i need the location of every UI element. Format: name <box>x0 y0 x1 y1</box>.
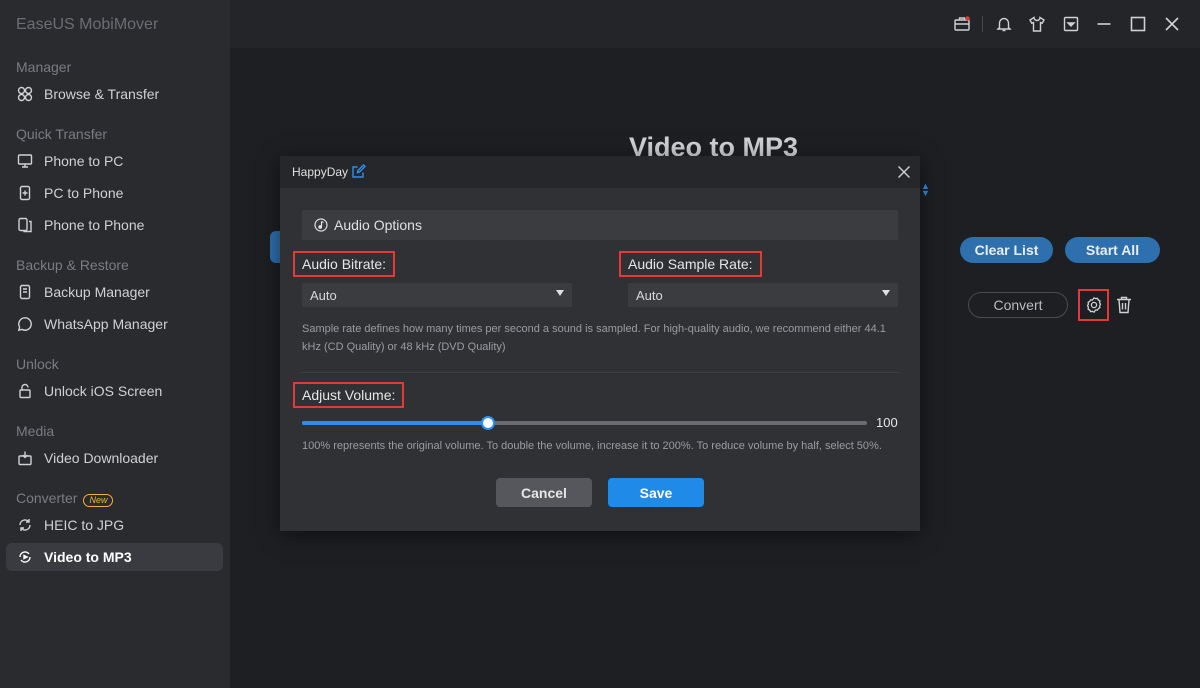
volume-slider[interactable] <box>302 416 867 430</box>
sidebar: EaseUS MobiMover Manager Browse & Transf… <box>0 0 230 688</box>
sidebar-item-heic-to-jpg[interactable]: HEIC to JPG <box>6 511 223 539</box>
audio-options-section-header: Audio Options <box>302 210 898 240</box>
grid-icon <box>16 85 34 103</box>
video-convert-icon <box>16 548 34 566</box>
audio-bitrate-select[interactable]: Auto <box>302 283 572 307</box>
sidebar-item-backup-manager[interactable]: Backup Manager <box>6 278 223 306</box>
maximize-icon[interactable] <box>1128 14 1148 34</box>
edit-icon[interactable] <box>351 164 366 179</box>
whatsapp-icon <box>16 315 34 333</box>
sidebar-item-label: Backup Manager <box>44 284 150 300</box>
sidebar-item-phone-to-phone[interactable]: Phone to Phone <box>6 211 223 239</box>
sidebar-item-phone-to-pc[interactable]: Phone to PC <box>6 147 223 175</box>
divider <box>300 372 900 373</box>
section-label-converter: Converter New <box>16 490 114 507</box>
volume-hint: 100% represents the original volume. To … <box>302 440 882 452</box>
section-label-unlock: Unlock <box>16 356 59 372</box>
sidebar-item-label: WhatsApp Manager <box>44 316 168 332</box>
sample-rate-hint-line2: kHz (CD Quality) or 48 kHz (DVD Quality) <box>302 341 506 353</box>
volume-slider-fill <box>302 421 489 425</box>
audio-bitrate-label: Audio Bitrate: <box>293 251 396 277</box>
sample-rate-hint-line1: Sample rate defines how many times per s… <box>302 323 886 335</box>
sidebar-item-label: Unlock iOS Screen <box>44 383 163 399</box>
convert-icon <box>16 516 34 534</box>
sidebar-item-label: Phone to Phone <box>44 217 145 233</box>
tshirt-icon[interactable] <box>1027 14 1047 34</box>
clear-list-button[interactable]: Clear List <box>960 237 1053 263</box>
sidebar-item-browse-transfer[interactable]: Browse & Transfer <box>6 80 223 108</box>
dialog-title: HappyDay <box>292 165 349 179</box>
toolbar-separator <box>982 16 983 32</box>
monitor-icon <box>16 152 34 170</box>
sort-icon[interactable]: ▲ ▼ <box>921 182 930 198</box>
backup-icon <box>16 283 34 301</box>
section-label-backup-restore: Backup & Restore <box>16 257 129 273</box>
audio-bitrate-value: Auto <box>310 287 337 303</box>
chevron-down-icon <box>556 290 564 296</box>
save-button[interactable]: Save <box>608 478 704 507</box>
section-label-manager: Manager <box>16 59 72 75</box>
sample-rate-hint: Sample rate defines how many times per s… <box>302 320 886 356</box>
sidebar-item-label: Video to MP3 <box>44 549 132 565</box>
adjust-volume-label: Adjust Volume: <box>293 382 405 408</box>
sidebar-item-unlock-ios-screen[interactable]: Unlock iOS Screen <box>6 377 223 405</box>
audio-sample-rate-value: Auto <box>636 287 663 303</box>
sidebar-item-label: HEIC to JPG <box>44 517 125 533</box>
music-note-icon <box>314 218 328 232</box>
audio-options-label: Audio Options <box>334 217 422 233</box>
sidebar-item-whatsapp-manager[interactable]: WhatsApp Manager <box>6 310 223 338</box>
lock-icon <box>16 382 34 400</box>
bell-icon[interactable] <box>994 14 1014 34</box>
download-icon <box>16 449 34 467</box>
toolbox-icon[interactable] <box>952 14 972 34</box>
sidebar-item-label: PC to Phone <box>44 185 124 201</box>
close-dialog-icon[interactable] <box>896 164 912 180</box>
menu-dropdown-icon[interactable] <box>1061 14 1081 34</box>
volume-value: 100 <box>876 415 898 430</box>
phone-plus-icon <box>16 184 34 202</box>
cancel-button[interactable]: Cancel <box>496 478 592 507</box>
chevron-down-icon <box>882 290 890 296</box>
convert-button[interactable]: Convert <box>968 292 1068 318</box>
sidebar-item-video-downloader[interactable]: Video Downloader <box>6 444 223 472</box>
sidebar-item-label: Browse & Transfer <box>44 86 160 102</box>
app-title: EaseUS MobiMover <box>16 16 159 33</box>
section-label-quick-transfer: Quick Transfer <box>16 126 108 142</box>
trash-icon[interactable] <box>1115 295 1133 315</box>
section-label-media: Media <box>16 423 55 439</box>
close-window-icon[interactable] <box>1162 14 1182 34</box>
sidebar-item-label: Phone to PC <box>44 153 124 169</box>
volume-slider-thumb[interactable] <box>481 416 496 430</box>
audio-sample-rate-select[interactable]: Auto <box>628 283 898 307</box>
section-label-text: Converter <box>16 490 78 506</box>
settings-gear-icon[interactable] <box>1078 289 1109 321</box>
audio-sample-rate-label: Audio Sample Rate: <box>619 251 762 277</box>
audio-options-dialog: HappyDay Audio Options Audio Bitrate: Au… <box>280 156 920 531</box>
minimize-icon[interactable] <box>1094 14 1114 34</box>
sidebar-item-pc-to-phone[interactable]: PC to Phone <box>6 179 223 207</box>
start-all-button[interactable]: Start All <box>1065 237 1160 263</box>
phones-icon <box>16 216 34 234</box>
new-badge: New <box>83 494 114 507</box>
dialog-header: HappyDay <box>280 156 920 188</box>
sidebar-item-label: Video Downloader <box>44 450 159 466</box>
title-bar <box>230 0 1200 48</box>
sidebar-item-video-to-mp3[interactable]: Video to MP3 <box>6 543 223 571</box>
